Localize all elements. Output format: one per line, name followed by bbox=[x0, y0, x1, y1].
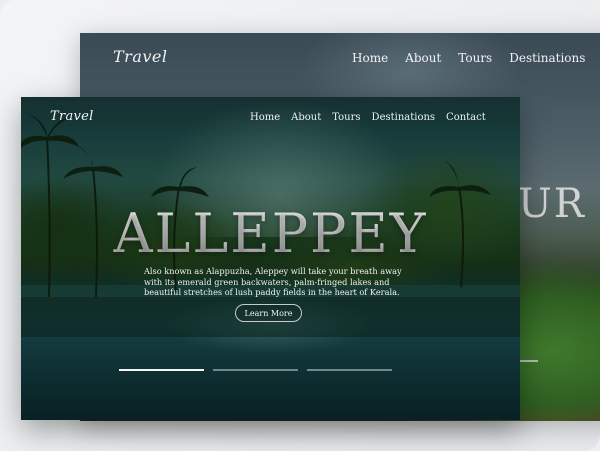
back-carousel-indicator[interactable] bbox=[518, 360, 538, 362]
nav-about[interactable]: About bbox=[291, 112, 321, 123]
hero-description: Also known as Alappuzha, Aleppey will ta… bbox=[144, 266, 402, 297]
back-nav-destinations[interactable]: Destinations bbox=[509, 51, 585, 65]
carousel-indicators bbox=[119, 369, 392, 371]
showcase-stage: Travel Home About Tours Destinations Co … bbox=[0, 0, 600, 451]
carousel-indicator-1[interactable] bbox=[119, 369, 204, 371]
front-slide: Travel Home About Tours Destinations Con… bbox=[21, 97, 520, 420]
back-nav-about[interactable]: About bbox=[405, 51, 441, 65]
carousel-indicator-3[interactable] bbox=[307, 369, 392, 371]
hero-title: ALLEPPEY bbox=[21, 207, 520, 261]
nav-tours[interactable]: Tours bbox=[332, 112, 360, 123]
front-nav: Home About Tours Destinations Contact bbox=[250, 112, 497, 123]
back-brand-logo[interactable]: Travel bbox=[113, 47, 167, 66]
back-nav: Home About Tours Destinations Co bbox=[352, 51, 600, 65]
front-brand-logo[interactable]: Travel bbox=[50, 109, 94, 124]
back-nav-home[interactable]: Home bbox=[352, 51, 388, 65]
learn-more-button[interactable]: Learn More bbox=[235, 304, 302, 322]
nav-destinations[interactable]: Destinations bbox=[372, 112, 436, 123]
back-nav-tours[interactable]: Tours bbox=[458, 51, 492, 65]
carousel-indicator-2[interactable] bbox=[213, 369, 298, 371]
nav-contact[interactable]: Contact bbox=[446, 112, 486, 123]
nav-home[interactable]: Home bbox=[250, 112, 280, 123]
back-hero-title: UR bbox=[518, 181, 586, 227]
